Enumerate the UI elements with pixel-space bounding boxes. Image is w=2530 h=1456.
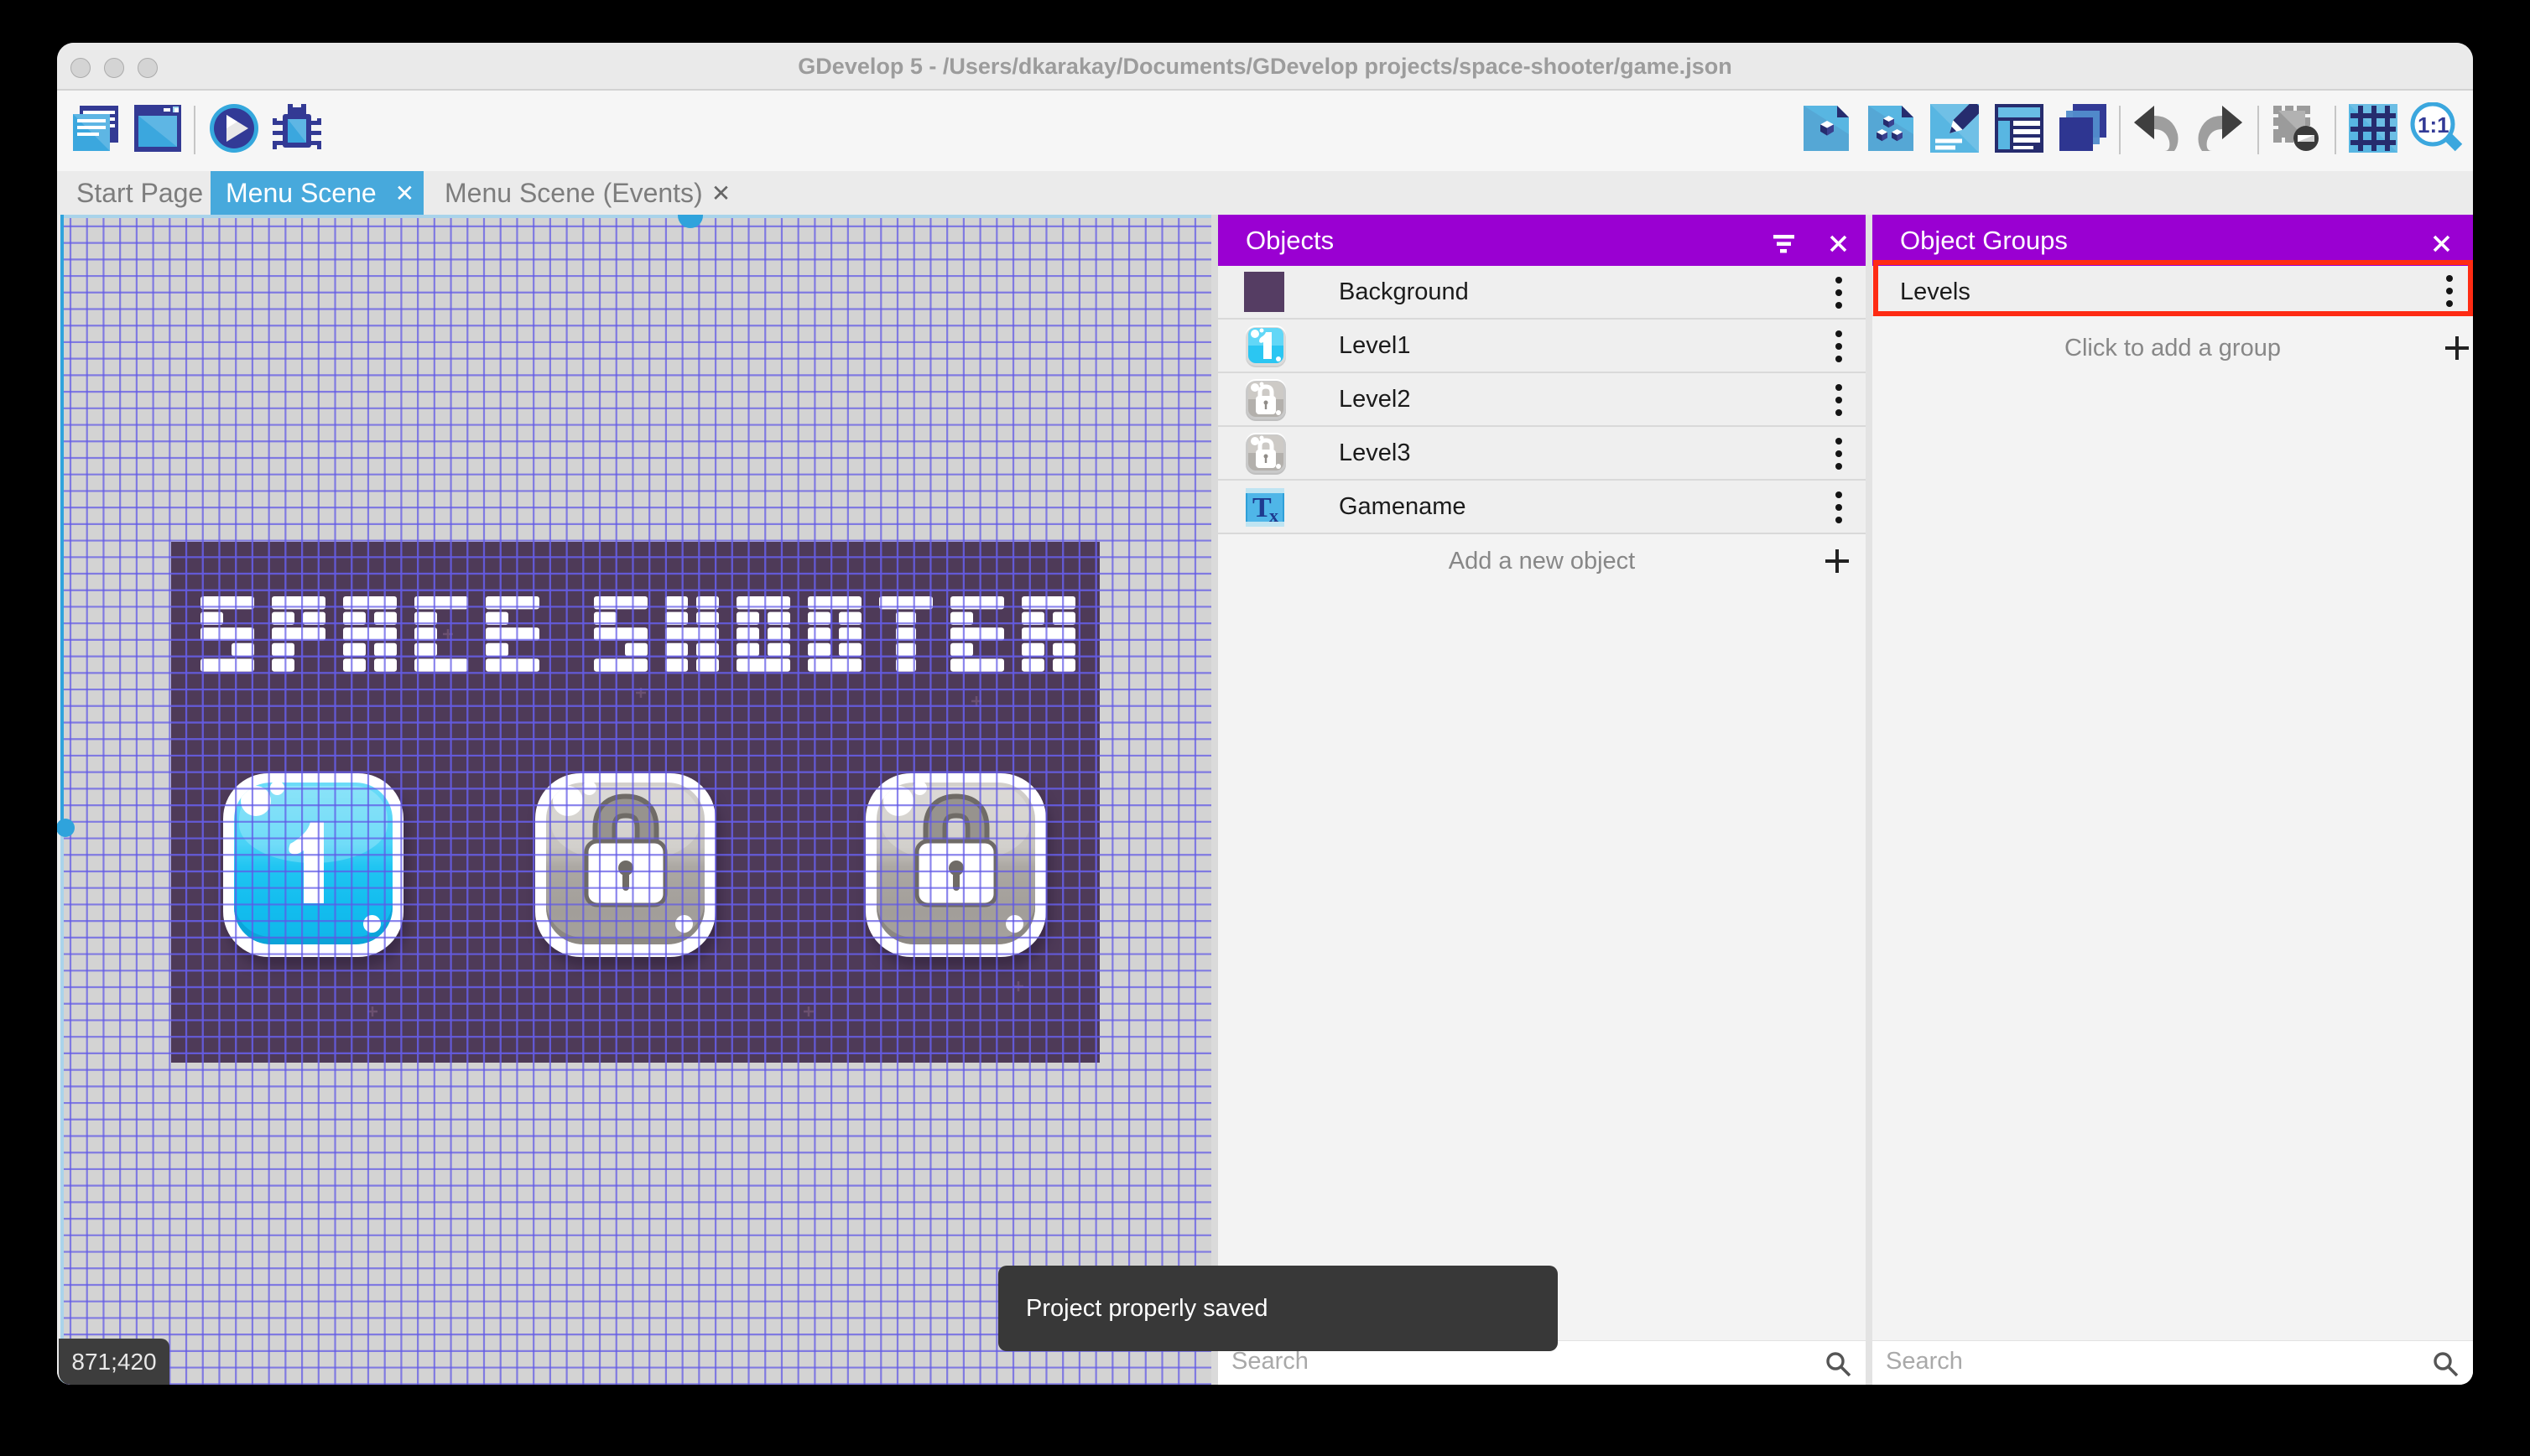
svg-text:1:1: 1:1 [2418, 112, 2449, 138]
svg-text:x: x [1269, 505, 1278, 526]
